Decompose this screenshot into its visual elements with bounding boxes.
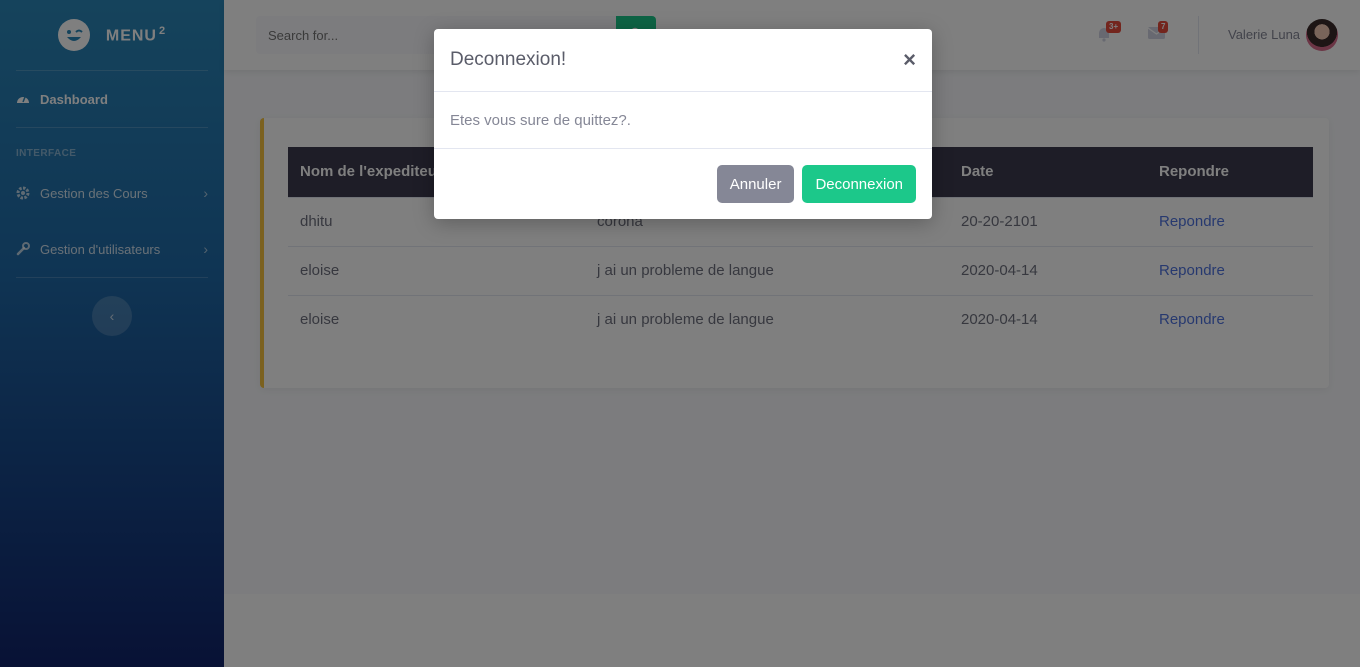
modal-body: Etes vous sure de quittez?. — [434, 92, 932, 149]
close-icon[interactable]: × — [903, 49, 916, 71]
modal-footer: Annuler Deconnexion — [434, 149, 932, 219]
modal-title: Deconnexion! — [450, 49, 567, 70]
cancel-button[interactable]: Annuler — [716, 165, 795, 203]
logout-button[interactable]: Deconnexion — [802, 165, 916, 203]
logout-modal: Deconnexion! × Etes vous sure de quittez… — [434, 29, 932, 219]
modal-header: Deconnexion! × — [434, 29, 932, 92]
modal-message: Etes vous sure de quittez?. — [450, 111, 631, 129]
